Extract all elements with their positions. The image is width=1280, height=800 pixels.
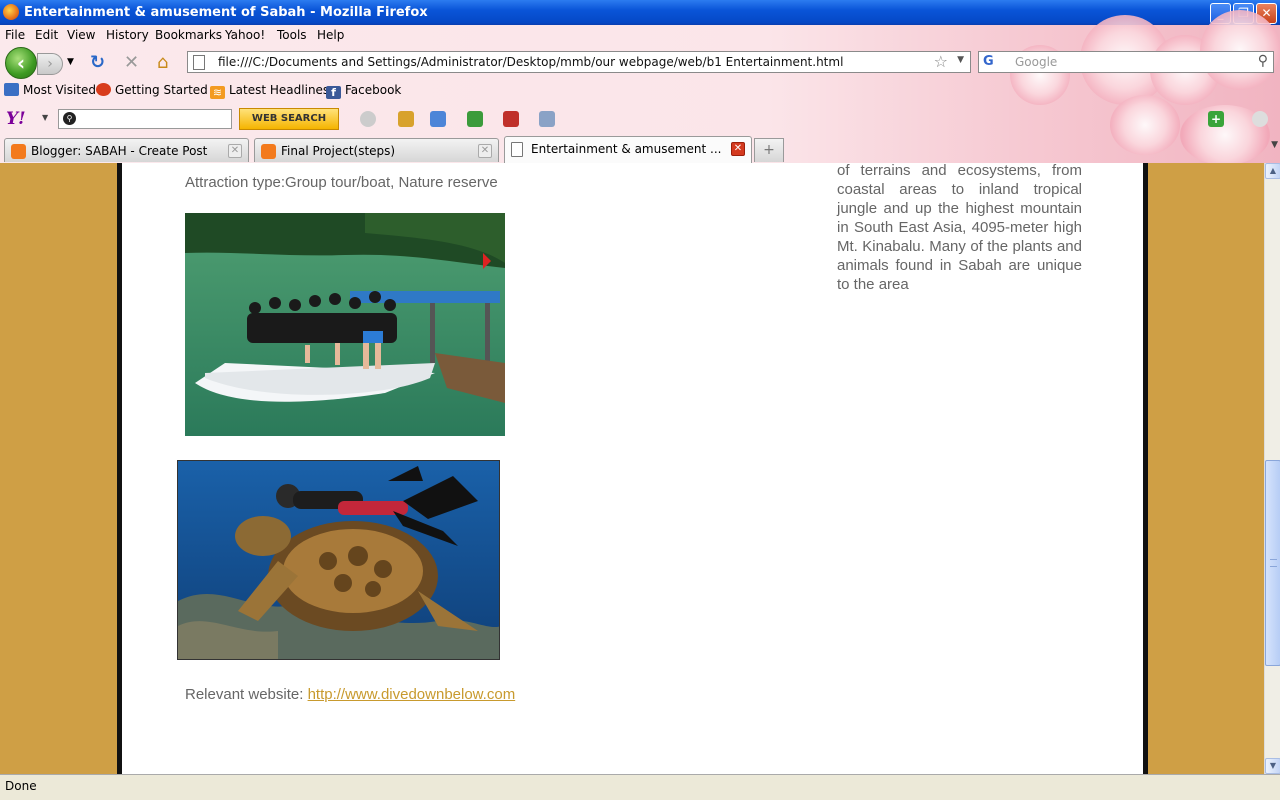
attraction-type-text: Attraction type:Group tour/boat, Nature … <box>185 174 498 191</box>
address-bar[interactable]: file:///C:/Documents and Settings/Admini… <box>187 51 971 73</box>
bookmark-most-visited[interactable]: Most Visited <box>4 83 96 97</box>
rss-icon: ≋ <box>210 86 225 99</box>
window-titlebar: Entertainment & amusement of Sabah - Moz… <box>0 0 1280 25</box>
bookmark-facebook[interactable]: f Facebook <box>326 83 401 99</box>
firefox-icon <box>96 83 111 96</box>
tab-blogger-create-post[interactable]: Blogger: SABAH - Create Post ✕ <box>4 138 249 162</box>
forward-button[interactable]: › <box>37 53 63 75</box>
close-tab-icon[interactable]: ✕ <box>731 142 745 156</box>
chevron-down-icon[interactable]: ▼ <box>957 55 964 65</box>
mail-icon[interactable] <box>430 111 446 127</box>
boat-tour-photo <box>185 213 505 436</box>
menu-yahoo[interactable]: Yahoo! <box>225 28 265 42</box>
games-icon[interactable] <box>503 111 519 127</box>
history-dropdown-icon[interactable]: ▼ <box>67 57 74 67</box>
menu-edit[interactable]: Edit <box>35 28 58 42</box>
page-icon <box>193 55 205 70</box>
boat-photo-graphic <box>185 213 505 436</box>
menu-bookmarks[interactable]: Bookmarks <box>155 28 222 42</box>
search-box[interactable]: G Google ⚲ <box>978 51 1274 73</box>
page-icon <box>511 142 523 157</box>
search-icon: ⚲ <box>63 112 76 125</box>
navigation-toolbar: ‹ › ▼ ↻ ✕ ⌂ file:///C:/Documents and Set… <box>0 45 1280 79</box>
menu-file[interactable]: File <box>5 28 25 42</box>
browser-chrome: File Edit View History Bookmarks Yahoo! … <box>0 10 1280 165</box>
vertical-scrollbar[interactable]: ▲ ▼ <box>1264 163 1280 774</box>
yahoo-toolbar: Y! ▼ ⚲ WEB SEARCH + <box>0 105 1280 133</box>
google-icon[interactable]: G <box>983 54 999 70</box>
address-url[interactable]: file:///C:/Documents and Settings/Admini… <box>218 55 843 69</box>
search-icon[interactable]: ⚲ <box>1258 53 1268 69</box>
gear-icon[interactable] <box>1252 111 1268 127</box>
notepad-icon[interactable] <box>539 111 555 127</box>
tab-label: Final Project(steps) <box>281 144 396 158</box>
window-title: Entertainment & amusement of Sabah - Moz… <box>24 5 428 20</box>
bookmark-star-icon[interactable]: ☆ <box>934 52 948 71</box>
tab-entertainment[interactable]: Entertainment & amusement ... ✕ <box>504 136 752 163</box>
turtle-photo-graphic <box>178 461 499 659</box>
add-icon[interactable]: + <box>1208 111 1224 127</box>
shield-icon[interactable] <box>398 111 414 127</box>
relevant-website-line: Relevant website: http://www.divedownbel… <box>185 686 515 703</box>
tab-label: Blogger: SABAH - Create Post <box>31 144 208 158</box>
tab-list-icon[interactable]: ▼ <box>1271 140 1278 150</box>
back-button[interactable]: ‹ <box>5 47 37 79</box>
close-tab-icon[interactable]: ✕ <box>228 144 242 158</box>
divedownbelow-link[interactable]: http://www.divedownbelow.com <box>308 686 516 703</box>
bookmark-getting-started[interactable]: Getting Started <box>96 83 208 97</box>
chevron-down-icon[interactable]: ▼ <box>42 113 48 122</box>
page-viewport: Attraction type:Group tour/boat, Nature … <box>0 163 1264 774</box>
back-arrow-icon: ‹ <box>16 51 26 75</box>
status-bar: Done <box>0 774 1280 800</box>
star-icon[interactable] <box>467 111 483 127</box>
relevant-website-label: Relevant website: <box>185 686 308 703</box>
scroll-down-arrow-icon[interactable]: ▼ <box>1265 758 1280 774</box>
reload-icon[interactable]: ↻ <box>90 52 105 73</box>
bookmark-label: Latest Headlines <box>229 83 330 97</box>
status-text: Done <box>5 779 37 793</box>
web-search-button[interactable]: WEB SEARCH <box>239 108 339 130</box>
sabah-description-text: of terrains and ecosystems, from coastal… <box>837 163 1082 293</box>
blogger-icon <box>11 144 26 159</box>
stop-icon[interactable]: ✕ <box>124 52 139 73</box>
page-content-column: Attraction type:Group tour/boat, Nature … <box>117 163 1148 774</box>
firefox-icon <box>3 4 19 20</box>
search-placeholder[interactable]: Google <box>1015 55 1057 69</box>
folder-icon <box>4 83 19 96</box>
close-tab-icon[interactable]: ✕ <box>478 144 492 158</box>
bookmark-label: Most Visited <box>23 83 97 97</box>
pencil-icon[interactable] <box>360 111 376 127</box>
bookmark-label: Getting Started <box>115 83 208 97</box>
menu-view[interactable]: View <box>67 28 95 42</box>
blogger-icon <box>261 144 276 159</box>
bookmarks-toolbar: Most Visited Getting Started ≋ Latest Hea… <box>0 79 900 103</box>
scrollbar-thumb[interactable] <box>1265 460 1280 666</box>
tab-final-project[interactable]: Final Project(steps) ✕ <box>254 138 499 162</box>
bookmark-latest-headlines[interactable]: ≋ Latest Headlines <box>210 83 329 99</box>
menu-help[interactable]: Help <box>317 28 344 42</box>
menu-history[interactable]: History <box>106 28 149 42</box>
new-tab-button[interactable]: + <box>754 138 784 162</box>
yahoo-search-input[interactable]: ⚲ <box>58 109 232 129</box>
forward-arrow-icon: › <box>47 56 53 72</box>
scrollbar-grip <box>1270 559 1277 567</box>
bookmark-label: Facebook <box>345 83 402 97</box>
home-icon[interactable]: ⌂ <box>157 52 168 73</box>
tab-label: Entertainment & amusement ... <box>531 142 722 156</box>
scroll-up-arrow-icon[interactable]: ▲ <box>1265 163 1280 179</box>
menu-bar: File Edit View History Bookmarks Yahoo! … <box>0 25 900 45</box>
facebook-icon: f <box>326 86 341 99</box>
menu-tools[interactable]: Tools <box>277 28 307 42</box>
yahoo-logo[interactable]: Y! <box>6 109 26 129</box>
tab-strip: Blogger: SABAH - Create Post ✕ Final Pro… <box>0 136 1280 163</box>
turtle-diving-photo <box>177 460 500 660</box>
